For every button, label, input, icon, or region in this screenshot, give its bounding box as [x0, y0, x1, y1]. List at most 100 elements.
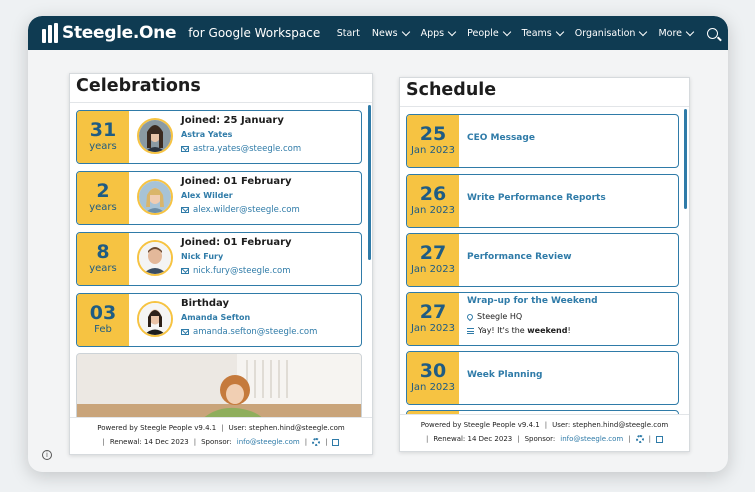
sponsor-label: Sponsor:: [524, 435, 556, 443]
person-name[interactable]: Astra Yates: [181, 128, 357, 142]
birthday-badge: 03 Feb: [77, 294, 129, 346]
badge-unit: Feb: [94, 324, 112, 335]
schedule-event-card[interactable]: 27 Jan 2023 Wrap-up for the Weekend Steeg…: [406, 292, 679, 346]
badge-number: 31: [89, 119, 117, 141]
event-details: Write Performance Reports: [467, 193, 674, 203]
event-title[interactable]: Wrap-up for the Weekend: [467, 296, 674, 306]
date-badge: 27 Jan 2023: [407, 234, 459, 286]
event-note: Yay! It's the weekend!: [467, 324, 674, 338]
person-email[interactable]: nick.fury@steegle.com: [193, 264, 291, 278]
email-row[interactable]: alex.wilder@steegle.com: [181, 203, 357, 217]
separator: |: [544, 421, 548, 429]
celebration-card[interactable]: 31 years Joined: 25 January Astra Yates a…: [76, 110, 362, 164]
schedule-event-card[interactable]: 25 Jan 2023 CEO Message: [406, 114, 679, 168]
fullscreen-icon[interactable]: [332, 438, 340, 446]
settings-gear-icon[interactable]: [635, 435, 644, 443]
email-row[interactable]: nick.fury@steegle.com: [181, 264, 357, 278]
celebration-title: Joined: 01 February: [181, 237, 292, 248]
badge-number: 8: [96, 241, 110, 263]
badge-unit: years: [89, 263, 117, 274]
note-text: Yay! It's the weekend!: [478, 324, 571, 338]
celebration-card[interactable]: 03 Feb Birthday Amanda Sefton amanda.seft…: [76, 293, 362, 347]
celebration-details: Birthday Amanda Sefton amanda.sefton@ste…: [181, 297, 357, 339]
nav-apps[interactable]: Apps: [420, 27, 457, 39]
nav-start[interactable]: Start: [337, 28, 360, 39]
chevron-down-icon: [447, 27, 457, 36]
chevron-down-icon: [639, 27, 648, 36]
app-window: Steegle.One for Google Workspace Start N…: [28, 16, 728, 472]
celebration-card[interactable]: 8 years Joined: 01 February Nick Fury nic…: [76, 232, 362, 286]
celebration-details: Joined: 01 February Nick Fury nick.fury@…: [181, 236, 357, 278]
celebration-card[interactable]: 2 years Joined: 01 February Alex Wilder a…: [76, 171, 362, 225]
note-bold: weekend: [527, 326, 568, 335]
separator: |: [304, 438, 308, 446]
nav-apps-label: Apps: [420, 27, 445, 39]
event-day: 26: [419, 183, 447, 205]
nav-organisation[interactable]: Organisation: [575, 27, 648, 39]
mail-icon: [181, 146, 189, 152]
event-details: Wrap-up for the Weekend Steegle HQ Yay! …: [465, 296, 674, 338]
person-name[interactable]: Alex Wilder: [181, 189, 357, 203]
celebration-details: Joined: 01 February Alex Wilder alex.wil…: [181, 175, 357, 217]
event-title[interactable]: Week Planning: [467, 370, 674, 380]
sponsor-email-link[interactable]: info@steegle.com: [560, 435, 623, 443]
note-prefix: Yay! It's the: [478, 326, 528, 335]
separator: |: [628, 435, 631, 443]
nav-teams[interactable]: Teams: [521, 27, 564, 39]
event-title[interactable]: Write Performance Reports: [467, 193, 674, 203]
note-suffix: !: [567, 326, 571, 335]
schedule-event-card[interactable]: 30 Jan 2023 Week Planning: [406, 351, 679, 405]
celebrations-footer: Powered by Steegle People v9.4.1 | User:…: [70, 417, 372, 454]
avatar: [137, 240, 173, 276]
avatar: [137, 179, 173, 215]
years-badge: 31 years: [77, 111, 129, 163]
schedule-event-card[interactable]: 26 Jan 2023 Write Performance Reports: [406, 174, 679, 228]
event-details: Week Planning: [467, 370, 674, 380]
powered-by-text: Powered by Steegle People v9.4.1: [97, 424, 217, 432]
main-nav: Start News Apps People Teams Organisatio…: [337, 16, 718, 50]
person-name[interactable]: Nick Fury: [181, 250, 357, 264]
schedule-event-card[interactable]: 27 Jan 2023 Performance Review: [406, 233, 679, 287]
event-title[interactable]: Performance Review: [467, 252, 674, 262]
event-location: Steegle HQ: [465, 310, 674, 324]
search-icon[interactable]: [707, 27, 718, 39]
nav-teams-label: Teams: [521, 27, 552, 39]
celebrations-scrollbar[interactable]: [368, 105, 371, 260]
logo-subtitle: for Google Workspace: [188, 26, 321, 40]
separator: |: [221, 424, 224, 432]
email-row[interactable]: amanda.sefton@steegle.com: [181, 325, 357, 339]
date-badge: 26 Jan 2023: [407, 175, 459, 227]
separator: |: [102, 438, 105, 446]
logo-text[interactable]: Steegle.One: [62, 23, 177, 43]
person-email[interactable]: astra.yates@steegle.com: [193, 142, 301, 156]
schedule-scrollbar[interactable]: [684, 109, 687, 209]
avatar: [137, 118, 173, 154]
chevron-down-icon: [401, 27, 410, 36]
event-details: CEO Message: [467, 133, 674, 143]
person-name[interactable]: Amanda Sefton: [181, 311, 357, 325]
avatar: [137, 301, 173, 337]
sponsor-email-link[interactable]: info@steegle.com: [237, 438, 300, 446]
celebration-photo: [76, 353, 362, 425]
email-row[interactable]: astra.yates@steegle.com: [181, 142, 357, 156]
fullscreen-icon[interactable]: [655, 435, 663, 443]
steegle-logo-icon[interactable]: [42, 23, 58, 43]
person-email[interactable]: amanda.sefton@steegle.com: [193, 325, 317, 339]
settings-gear-icon[interactable]: [312, 438, 321, 446]
event-month: Jan 2023: [410, 264, 456, 275]
schedule-footer: Powered by Steegle People v9.4.1 | User:…: [400, 414, 689, 451]
info-icon[interactable]: i: [42, 450, 52, 460]
nav-more[interactable]: More: [658, 27, 695, 39]
badge-unit: years: [89, 141, 117, 152]
event-title[interactable]: CEO Message: [467, 133, 674, 143]
event-details: Performance Review: [467, 252, 674, 262]
nav-start-label: Start: [336, 27, 360, 39]
separator: |: [193, 438, 197, 446]
nav-people[interactable]: People: [467, 27, 511, 39]
nav-news[interactable]: News: [372, 27, 410, 39]
schedule-title: Schedule: [406, 80, 497, 100]
celebrations-title: Celebrations: [76, 76, 201, 96]
person-email[interactable]: alex.wilder@steegle.com: [193, 203, 300, 217]
divider: [400, 106, 689, 107]
renewal-text: Renewal: 14 Dec 2023: [433, 435, 513, 443]
